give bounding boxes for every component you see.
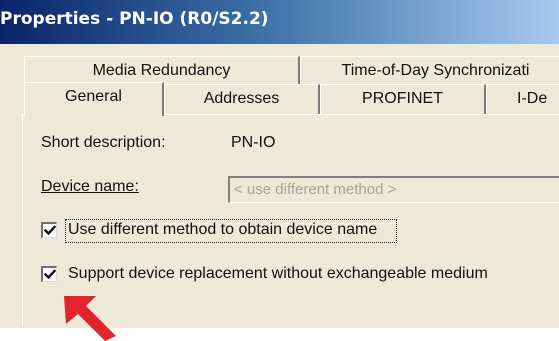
tab-label: Addresses [203,90,280,107]
tab-label: Media Redundancy [92,62,231,79]
tab-time-of-day-synchronization[interactable]: Time-of-Day Synchronizati [300,56,559,86]
use-different-method-label[interactable]: Use different method to obtain device na… [68,221,377,239]
short-description-value: PN-IO [231,134,276,151]
tab-profinet[interactable]: PROFINET [320,84,486,114]
support-replacement-checkbox[interactable] [41,266,57,282]
properties-dialog: Properties - PN-IO (R0/S2.2) Media Redun… [0,0,559,328]
title-bar[interactable]: Properties - PN-IO (R0/S2.2) [0,0,559,44]
tab-label: Time-of-Day Synchronizati [341,62,530,79]
tab-i-device[interactable]: I-De [486,84,559,114]
device-name-label: Device name: [41,178,139,196]
checkmark-icon [43,269,57,280]
short-description-label: Short description: [41,134,166,151]
tab-label: General [65,88,122,105]
tab-general[interactable]: General [24,82,164,116]
device-name-label-text: Device name: [41,178,139,195]
tab-label: I-De [517,90,548,107]
window-title: Properties - PN-IO (R0/S2.2) [0,9,269,29]
red-arrow-icon [64,296,116,341]
tab-label: PROFINET [362,90,443,107]
support-replacement-label[interactable]: Support device replacement without excha… [68,265,488,283]
checkmark-icon [43,225,57,236]
use-different-method-checkbox[interactable] [41,222,57,238]
tab-addresses[interactable]: Addresses [164,84,320,114]
device-name-field[interactable]: < use different method > [228,176,559,203]
